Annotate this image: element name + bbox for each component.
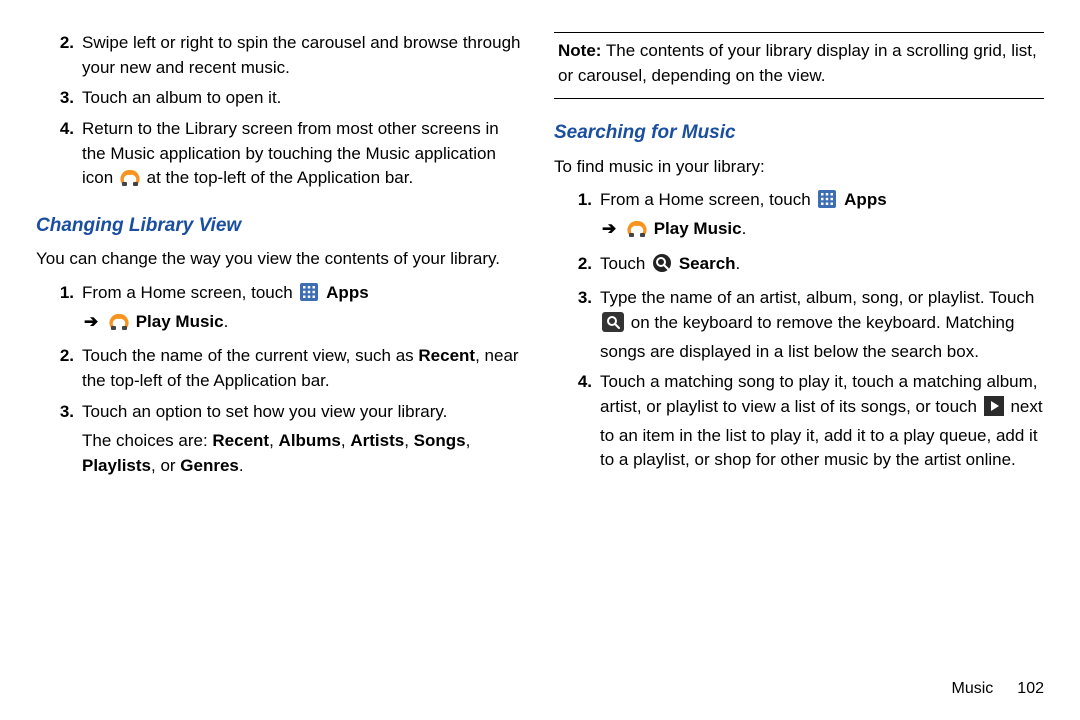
apps-grid-icon — [299, 282, 319, 310]
item-number: 2. — [36, 31, 82, 56]
play-music-label: Play Music — [654, 219, 742, 238]
manual-page: 2. Swipe left or right to spin the carou… — [0, 0, 1080, 720]
text: Artists — [350, 431, 404, 450]
item-number: 3. — [554, 286, 600, 311]
text: Touch a matching song to play it, touch … — [600, 372, 1038, 416]
item-text: Touch a matching song to play it, touch … — [600, 370, 1044, 473]
play-music-icon — [109, 311, 129, 339]
choices-text: The choices are: Recent, Albums, Artists… — [82, 429, 526, 478]
list-item: 3. Touch an album to open it. — [36, 86, 526, 111]
text: Touch the name of the current view, such… — [82, 346, 418, 365]
item-number: 4. — [36, 117, 82, 142]
intro-text: To find music in your library: — [554, 155, 1044, 180]
list-item: 3. Touch an option to set how you view y… — [36, 400, 526, 425]
note-text: The contents of your library display in … — [558, 41, 1037, 85]
footer-section: Music — [952, 680, 994, 697]
item-number: 2. — [554, 252, 600, 277]
text: . — [224, 312, 229, 331]
text: , — [466, 431, 471, 450]
play-music-label: Play Music — [136, 312, 224, 331]
text: , or — [151, 456, 180, 475]
list-item: 1. From a Home screen, touch Apps ➔ — [36, 281, 526, 338]
apps-grid-icon — [817, 189, 837, 217]
text: Recent — [212, 431, 269, 450]
note-rule-top — [554, 32, 1044, 33]
arrow-icon: ➔ — [84, 312, 98, 331]
note-rule-bottom — [554, 98, 1044, 99]
text: Recent — [418, 346, 475, 365]
text: , — [404, 431, 413, 450]
item-text: Swipe left or right to spin the carousel… — [82, 31, 526, 80]
item-number: 2. — [36, 344, 82, 369]
footer-page: 102 — [1017, 680, 1044, 697]
text: . — [742, 219, 747, 238]
text: , — [269, 431, 278, 450]
note-block: Note: The contents of your library displ… — [554, 39, 1044, 94]
item-text: Touch the name of the current view, such… — [82, 344, 526, 393]
text: Playlists — [82, 456, 151, 475]
item-text: Type the name of an artist, album, song,… — [600, 286, 1044, 364]
search-icon — [652, 253, 672, 281]
list-item: 1. From a Home screen, touch Apps ➔ — [554, 188, 1044, 245]
note-label: Note: — [558, 41, 601, 60]
text: at the top-left of the Application bar. — [147, 168, 414, 187]
page-footer: Music 102 — [554, 657, 1044, 700]
text: Songs — [414, 431, 466, 450]
music-app-icon — [120, 167, 140, 195]
text: , — [341, 431, 350, 450]
item-text: From a Home screen, touch Apps ➔ — [82, 281, 526, 338]
text: Type the name of an artist, album, song,… — [600, 288, 1034, 307]
list-item: 2. Touch Search. — [554, 252, 1044, 281]
text: Genres — [180, 456, 239, 475]
section-heading: Changing Library View — [36, 212, 526, 240]
item-text: Touch an option to set how you view your… — [82, 400, 526, 425]
list-item: 2. Touch the name of the current view, s… — [36, 344, 526, 393]
item-number: 3. — [36, 86, 82, 111]
list-item: 4. Return to the Library screen from mos… — [36, 117, 526, 195]
item-text: Touch Search. — [600, 252, 1044, 281]
search-key-icon — [602, 312, 624, 340]
play-music-icon — [627, 218, 647, 246]
text: From a Home screen, touch — [600, 190, 815, 209]
apps-label: Apps — [844, 190, 887, 209]
apps-label: Apps — [326, 283, 369, 302]
text: on the keyboard to remove the keyboard. … — [600, 313, 1014, 361]
text: . — [239, 456, 244, 475]
play-arrow-icon — [984, 396, 1004, 424]
text: . — [736, 254, 741, 273]
left-column: 2. Swipe left or right to spin the carou… — [36, 28, 526, 700]
list-item: 4. Touch a matching song to play it, tou… — [554, 370, 1044, 473]
list-item: 3. Type the name of an artist, album, so… — [554, 286, 1044, 364]
item-text: Touch an album to open it. — [82, 86, 526, 111]
item-number: 1. — [554, 188, 600, 213]
item-number: 4. — [554, 370, 600, 395]
text: Albums — [279, 431, 341, 450]
item-text: Return to the Library screen from most o… — [82, 117, 526, 195]
item-number: 3. — [36, 400, 82, 425]
search-label: Search — [679, 254, 736, 273]
text: From a Home screen, touch — [82, 283, 297, 302]
section-heading: Searching for Music — [554, 119, 1044, 147]
text: The choices are: — [82, 431, 212, 450]
item-number: 1. — [36, 281, 82, 306]
intro-text: You can change the way you view the cont… — [36, 247, 526, 272]
text: Touch — [600, 254, 650, 273]
arrow-icon: ➔ — [602, 219, 616, 238]
item-text: From a Home screen, touch Apps ➔ — [600, 188, 1044, 245]
right-column: Note: The contents of your library displ… — [554, 28, 1044, 700]
list-item: 2. Swipe left or right to spin the carou… — [36, 31, 526, 80]
